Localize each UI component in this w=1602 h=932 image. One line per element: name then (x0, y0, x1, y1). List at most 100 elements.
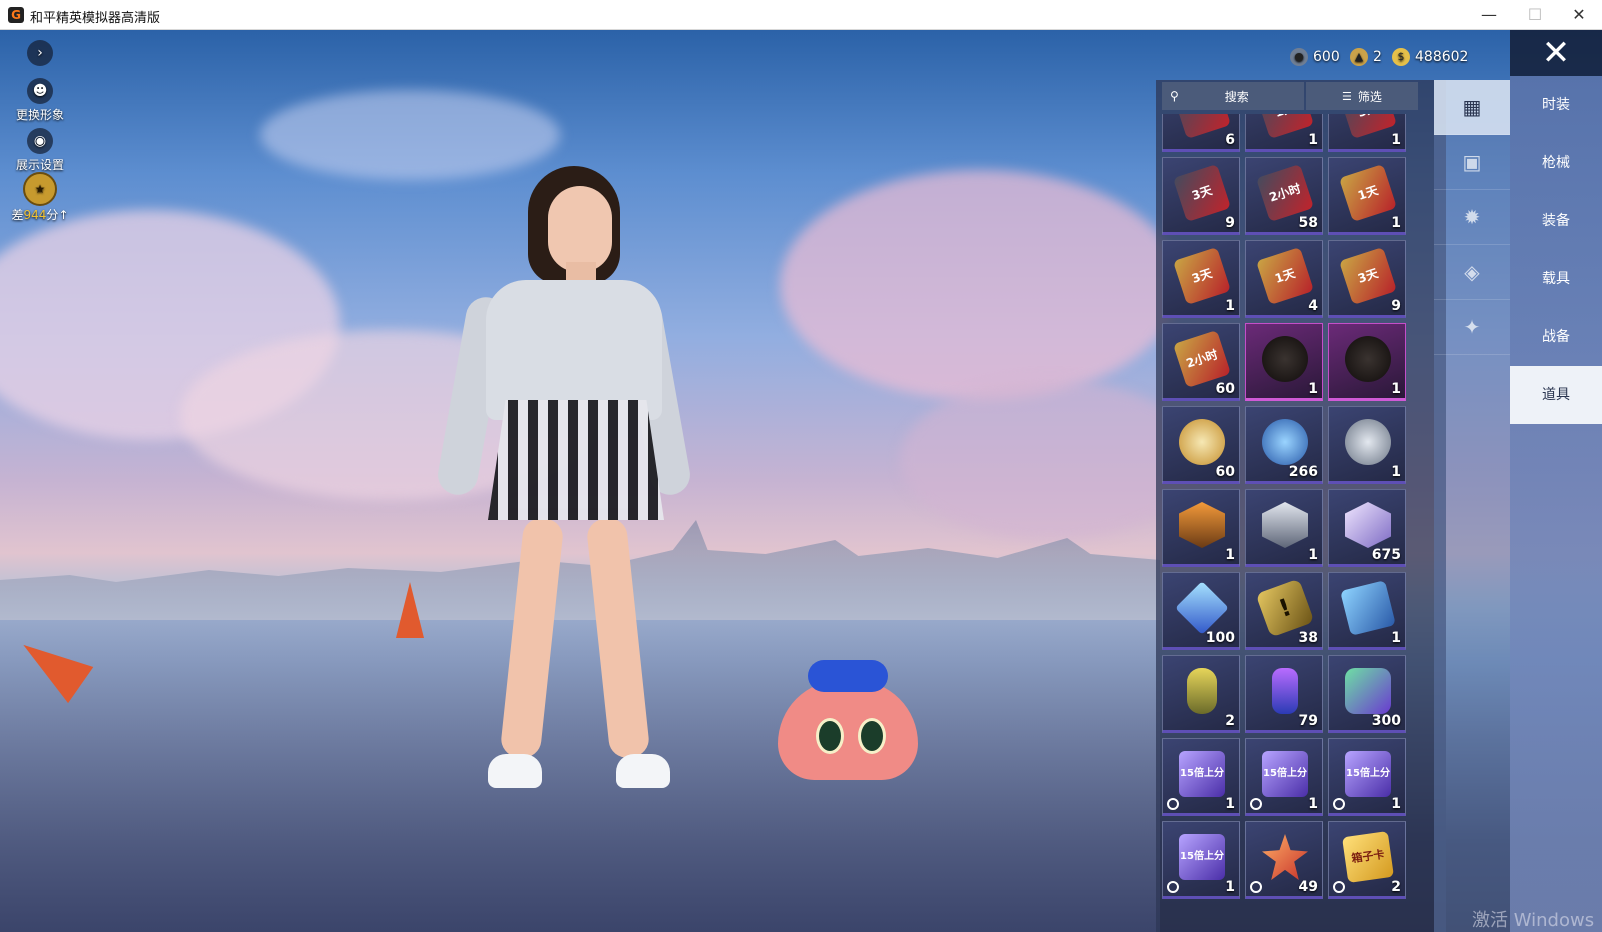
inventory-item[interactable]: 266 (1245, 406, 1323, 484)
octopus-pet[interactable] (778, 660, 918, 780)
inventory-item[interactable]: 1 (1328, 572, 1406, 650)
search-input[interactable]: ⚲ 搜索 (1162, 82, 1304, 110)
item-quantity: 1 (1308, 381, 1318, 397)
star-badge-icon (1262, 834, 1308, 880)
display-settings-button[interactable]: ◉ 展示设置 (10, 128, 70, 173)
inventory-item[interactable]: 1 (1162, 489, 1240, 567)
clock-icon (1250, 881, 1262, 893)
maximize-icon[interactable]: ☐ (1512, 0, 1558, 30)
rank-suffix: 分 (46, 208, 59, 222)
character-shoe (488, 754, 542, 788)
inventory-item[interactable]: 1天1 (1328, 157, 1406, 235)
inventory-item[interactable]: 15倍上分 1 (1245, 738, 1323, 816)
item-quantity: 2 (1225, 713, 1235, 729)
inventory-item[interactable]: 2小时 58 (1245, 157, 1323, 235)
inventory-item[interactable]: 1 (1328, 406, 1406, 484)
inventory-item[interactable]: 100 (1162, 572, 1240, 650)
chevron-right-icon: › (27, 40, 53, 66)
change-avatar-button[interactable]: ☻ 更换形象 (10, 78, 70, 123)
lion-icon (1345, 336, 1391, 382)
inventory-item[interactable]: 1 (1245, 323, 1323, 401)
pet-body (778, 680, 918, 780)
ticket-icon[interactable]: ◈ (1434, 245, 1510, 300)
character-shoe (616, 754, 670, 788)
card-gold-icon: 3天 (1339, 247, 1397, 305)
inventory-item[interactable]: 箱子卡 2 (1328, 821, 1406, 899)
inventory-item[interactable]: 1天 4 (1245, 240, 1323, 318)
close-panel-button[interactable]: ✕ (1510, 30, 1602, 76)
arrow-up-icon: ↑ (58, 208, 69, 222)
inventory-item[interactable]: 3天1 (1328, 114, 1406, 152)
diamond-icon (1175, 581, 1229, 635)
inventory-item[interactable]: 49 (1245, 821, 1323, 899)
character-skirt (488, 400, 664, 520)
clock-icon (1167, 798, 1179, 810)
inventory-item[interactable]: 3天 9 (1328, 240, 1406, 318)
menu-item-props[interactable]: 道具 (1510, 366, 1602, 424)
item-quantity: 60 (1215, 381, 1235, 397)
expand-button[interactable]: › (10, 40, 70, 68)
firework-icon[interactable]: ✹ (1434, 190, 1510, 245)
inventory-item[interactable]: 3天 9 (1162, 157, 1240, 235)
inventory-item[interactable]: 15倍上分 1 (1328, 738, 1406, 816)
close-x-icon: ✕ (1541, 33, 1571, 73)
lion-icon (1262, 336, 1308, 382)
item-quantity: 4 (1308, 298, 1318, 314)
gold-coin-icon: $ (1392, 48, 1410, 66)
card-red-icon (1173, 114, 1231, 139)
inventory-item[interactable]: 675 (1328, 489, 1406, 567)
gun-icon (1345, 668, 1391, 714)
alert-icon: ! (1255, 578, 1315, 638)
menu-item-equipment[interactable]: 装备 (1510, 192, 1602, 250)
inventory-item[interactable]: 79 (1245, 655, 1323, 733)
menu-item-fashion[interactable]: 时装 (1510, 76, 1602, 134)
rank-badge-icon: ★ (23, 172, 57, 206)
character-shirt (486, 280, 662, 420)
inventory-item[interactable]: ! 38 (1245, 572, 1323, 650)
menu-item-vehicles[interactable]: 载具 (1510, 250, 1602, 308)
inventory-item[interactable]: 6 (1162, 114, 1240, 152)
medal-orange-icon (1179, 502, 1225, 548)
search-bar: ⚲ 搜索 ☰ 筛选 (1162, 82, 1418, 110)
currency-silver: ● 600 (1290, 44, 1340, 70)
item-quantity: 1 (1225, 796, 1235, 812)
inventory-item[interactable]: 1 (1328, 323, 1406, 401)
inventory-item[interactable]: 300 (1328, 655, 1406, 733)
inventory-item[interactable]: 1 (1245, 489, 1323, 567)
ticket-icon: 15倍上分 (1179, 834, 1225, 880)
inventory-item[interactable]: 1天1 (1245, 114, 1323, 152)
spray-icon (1272, 668, 1298, 714)
item-quantity: 6 (1225, 132, 1235, 148)
close-icon[interactable]: ✕ (1556, 0, 1602, 30)
inventory-item[interactable]: 3天1 (1162, 240, 1240, 318)
card-gold-icon: 3天 (1173, 247, 1231, 305)
currency-value: 600 (1313, 49, 1340, 65)
box-icon[interactable]: ▣ (1434, 135, 1510, 190)
rifle-icon[interactable]: ✦ (1434, 300, 1510, 355)
inventory-item[interactable]: 2小时 60 (1162, 323, 1240, 401)
item-quantity: 1 (1391, 215, 1401, 231)
filter-icon: ☰ (1342, 89, 1352, 103)
filter-button[interactable]: ☰ 筛选 (1306, 82, 1418, 110)
card-blue-icon (1340, 580, 1396, 636)
inventory-item[interactable]: 60 (1162, 406, 1240, 484)
inventory-item[interactable]: 15倍上分 1 (1162, 821, 1240, 899)
coin-silver-icon (1345, 419, 1391, 465)
inventory-item[interactable]: 15倍上分 1 (1162, 738, 1240, 816)
ticket-icon: 15倍上分 (1345, 751, 1391, 797)
item-quantity: 266 (1288, 464, 1318, 480)
card-icon[interactable]: ▦ (1434, 80, 1510, 135)
ticket-icon: 15倍上分 (1262, 751, 1308, 797)
clock-icon (1333, 798, 1345, 810)
inventory-item[interactable]: 2 (1162, 655, 1240, 733)
clock-icon (1250, 798, 1262, 810)
minimize-icon[interactable]: — (1466, 0, 1512, 30)
clock-icon (1167, 881, 1179, 893)
item-quantity: 1 (1391, 132, 1401, 148)
menu-item-firearms[interactable]: 枪械 (1510, 134, 1602, 192)
grenade-icon (1187, 668, 1217, 714)
inventory-grid[interactable]: 61天13天13天92小时581天13天11天43天92小时6011602661… (1162, 114, 1422, 932)
menu-item-combat-gear[interactable]: 战备 (1510, 308, 1602, 366)
rank-button[interactable]: ★ 差944分↑ (10, 172, 70, 223)
card-gold-icon: 2小时 (1173, 330, 1231, 388)
